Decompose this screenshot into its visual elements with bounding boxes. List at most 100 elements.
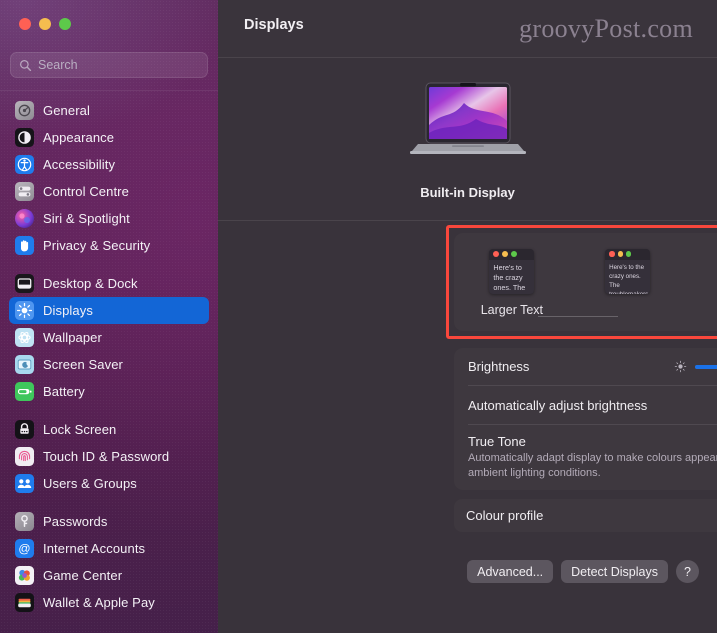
sidebar-item-touch-id[interactable]: Touch ID & Password <box>9 443 209 470</box>
sidebar-item-privacy-security[interactable]: Privacy & Security <box>9 232 209 259</box>
resolution-label: Larger Text <box>480 303 544 317</box>
sidebar-item-wallet-apple-pay[interactable]: Wallet & Apple Pay <box>9 589 209 616</box>
true-tone-label: True Tone <box>468 434 526 449</box>
sidebar-item-lock-screen[interactable]: Lock Screen <box>9 416 209 443</box>
search-field-wrapper[interactable] <box>10 52 208 78</box>
sidebar: General Appearance <box>0 0 218 633</box>
resolution-thumb-wrap: Here's to the crazy ones. The troublemak… <box>605 243 651 299</box>
display-name: Built-in Display <box>420 185 515 200</box>
sidebar-item-game-center[interactable]: Game Center <box>9 562 209 589</box>
brightness-row: Brightness <box>454 348 717 385</box>
brightness-slider[interactable] <box>674 358 717 375</box>
control-centre-icon <box>15 182 34 201</box>
main-body: Built-in Display <box>218 57 717 633</box>
sidebar-item-screen-saver[interactable]: Screen Saver <box>9 351 209 378</box>
sidebar-item-label: Displays <box>43 303 93 318</box>
brightness-label: Brightness <box>468 359 530 374</box>
thumb-dot-green <box>625 251 632 257</box>
sidebar-item-passwords[interactable]: Passwords <box>9 508 209 535</box>
colour-profile-card: Colour profile Colour LCD <box>454 499 717 532</box>
thumb-text: Here's to the crazy ones. The troublemak… <box>493 262 526 293</box>
advanced-button[interactable]: Advanced... <box>467 560 554 583</box>
sidebar-item-appearance[interactable]: Appearance <box>9 124 209 151</box>
resolution-option-larger-text-2[interactable]: Here's to the crazy ones. The troublemak… <box>580 243 675 299</box>
svg-text:@: @ <box>18 541 30 555</box>
lock-icon <box>15 420 34 439</box>
thumb-dot-green <box>511 251 518 257</box>
internet-accounts-icon: @ <box>15 539 34 558</box>
sidebar-item-label: Passwords <box>43 514 108 529</box>
sidebar-item-label: General <box>43 103 90 118</box>
sidebar-item-label: Internet Accounts <box>43 541 146 556</box>
sidebar-item-label: Appearance <box>43 130 115 145</box>
sidebar-item-accessibility[interactable]: Accessibility <box>9 151 209 178</box>
true-tone-text-block: True Tone Automatically adapt display to… <box>468 434 717 481</box>
main-header: Displays groovyPost.com <box>218 0 717 57</box>
privacy-icon <box>15 236 34 255</box>
sidebar-item-label: Screen Saver <box>43 357 123 372</box>
watermark: groovyPost.com <box>519 14 693 43</box>
sidebar-item-label: Users & Groups <box>43 476 137 491</box>
wallpaper-icon <box>15 328 34 347</box>
displays-icon <box>15 301 34 320</box>
thumb-dot-red <box>493 251 500 257</box>
game-center-icon <box>15 566 34 585</box>
battery-icon <box>15 382 34 401</box>
search-box[interactable] <box>10 52 208 78</box>
sidebar-item-label: Desktop & Dock <box>43 276 138 291</box>
sidebar-item-displays[interactable]: Displays <box>9 297 209 324</box>
detect-displays-button[interactable]: Detect Displays <box>561 560 668 583</box>
sidebar-item-control-centre[interactable]: Control Centre <box>9 178 209 205</box>
close-button[interactable] <box>19 18 31 30</box>
sidebar-item-siri-spotlight[interactable]: Siri & Spotlight <box>9 205 209 232</box>
gear-icon <box>15 101 34 120</box>
thumb-dot-yellow <box>617 251 623 257</box>
resolution-option-larger-text[interactable]: Here's to the crazy ones. The troublemak… <box>464 243 559 317</box>
resolution-thumbnail: Here's to the crazy ones. The troublemak… <box>605 248 651 294</box>
sidebar-nav: General Appearance Accessibility Control… <box>0 97 218 627</box>
window-traffic-lights <box>19 18 71 30</box>
sidebar-item-battery[interactable]: Battery <box>9 378 209 405</box>
sidebar-item-internet-accounts[interactable]: @ Internet Accounts <box>9 535 209 562</box>
search-input[interactable] <box>38 58 198 72</box>
display-settings-card: Brightness Automatically adjust brightne… <box>454 348 717 490</box>
desktop-dock-icon <box>15 274 34 293</box>
sidebar-item-label: Siri & Spotlight <box>43 211 130 226</box>
sidebar-item-users-groups[interactable]: Users & Groups <box>9 470 209 497</box>
main-pane: Displays groovyPost.com Built-in Display… <box>218 0 717 633</box>
touch-id-icon <box>15 447 34 466</box>
brightness-fill <box>695 364 717 369</box>
colour-profile-label: Colour profile <box>466 508 544 523</box>
accessibility-icon <box>15 155 34 174</box>
screen-saver-icon <box>15 355 34 374</box>
sidebar-item-general[interactable]: General <box>9 97 209 124</box>
wallet-icon <box>15 593 34 612</box>
search-icon <box>20 59 32 71</box>
sidebar-item-wallpaper[interactable]: Wallpaper <box>9 324 209 351</box>
sidebar-item-label: Accessibility <box>43 157 116 172</box>
sidebar-item-desktop-dock[interactable]: Desktop & Dock <box>9 270 209 297</box>
help-button[interactable]: ? <box>676 560 699 583</box>
thumb-text: Here's to the crazy ones. The troublemak… <box>609 263 650 294</box>
appearance-icon <box>15 128 34 147</box>
bottom-button-row: Advanced... Detect Displays ? <box>467 560 699 583</box>
system-settings-window: General Appearance <box>0 0 717 633</box>
sidebar-divider <box>0 90 218 91</box>
minimize-button[interactable] <box>39 18 51 30</box>
sidebar-item-label: Lock Screen <box>43 422 117 437</box>
resolution-thumbnail: Here's to the crazy ones. The troublemak… <box>489 248 535 294</box>
auto-brightness-label: Automatically adjust brightness <box>468 397 648 413</box>
sidebar-item-label: Privacy & Security <box>43 238 151 253</box>
resolution-thumb-wrap: Here's to the crazy ones. The troublemak… <box>489 243 535 299</box>
zoom-button[interactable] <box>59 18 71 30</box>
thumb-dot-yellow <box>502 251 509 257</box>
true-tone-description: Automatically adapt display to make colo… <box>468 452 717 479</box>
display-preview[interactable]: Built-in Display <box>368 57 568 200</box>
users-groups-icon <box>15 474 34 493</box>
header-divider <box>218 57 717 58</box>
true-tone-row: True Tone Automatically adapt display to… <box>454 425 717 490</box>
sidebar-item-label: Control Centre <box>43 184 129 199</box>
resolution-option-default[interactable]: Here's to the crazy ones. The troublemak… <box>696 243 717 317</box>
resolution-slider-rail[interactable] <box>538 316 618 317</box>
brightness-track[interactable] <box>695 364 717 369</box>
